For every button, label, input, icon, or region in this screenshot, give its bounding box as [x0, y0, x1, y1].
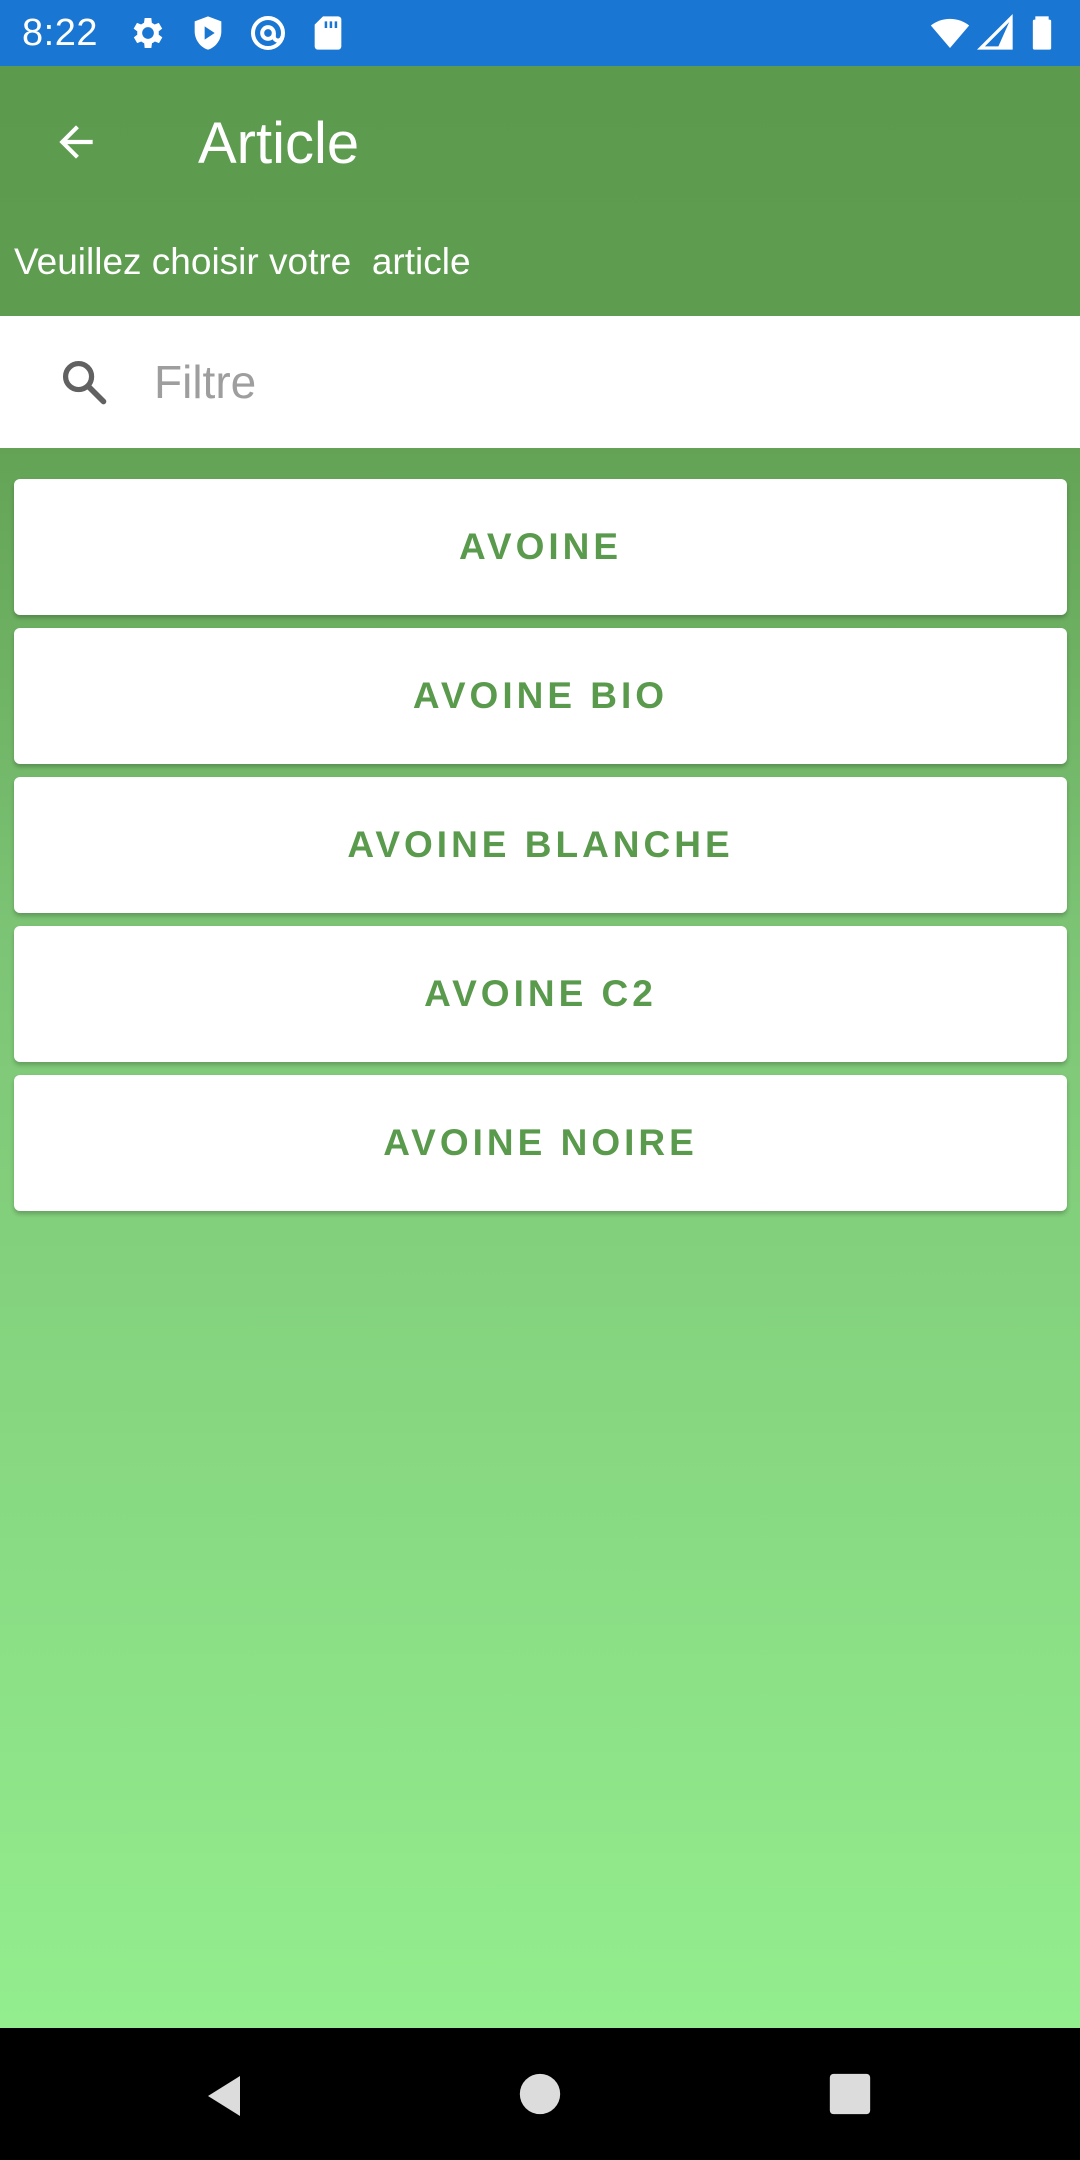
back-button[interactable]	[40, 106, 112, 178]
article-list: AVOINE AVOINE BIO AVOINE BLANCHE AVOINE …	[14, 479, 1067, 1224]
article-button-avoine-blanche[interactable]: AVOINE BLANCHE	[14, 777, 1067, 913]
sd-card-icon	[308, 13, 348, 53]
article-button-avoine[interactable]: AVOINE	[14, 479, 1067, 615]
article-button-avoine-noire[interactable]: AVOINE NOIRE	[14, 1075, 1067, 1211]
article-button-avoine-c2[interactable]: AVOINE C2	[14, 926, 1067, 1062]
search-icon	[62, 360, 107, 405]
article-label: AVOINE C2	[424, 973, 657, 1014]
article-label: AVOINE	[458, 526, 623, 567]
search-bar[interactable]	[0, 316, 1080, 448]
page-title: Article	[198, 111, 360, 176]
at-sign-icon	[248, 13, 288, 53]
battery-icon	[1022, 13, 1062, 53]
article-button-avoine-bio[interactable]: AVOINE BIO	[14, 628, 1067, 764]
article-label: AVOINE NOIRE	[383, 1122, 698, 1163]
status-bar: 8:22	[0, 0, 1080, 66]
arrow-back-icon	[59, 125, 93, 159]
nav-home-icon[interactable]	[518, 2072, 562, 2116]
status-icons-right	[930, 13, 1062, 53]
gear-icon	[128, 13, 168, 53]
search-input[interactable]	[154, 340, 1034, 424]
article-label: AVOINE BIO	[412, 675, 669, 716]
nav-back-icon[interactable]	[200, 2072, 248, 2120]
nav-recents-icon[interactable]	[828, 2072, 872, 2116]
signal-icon	[976, 13, 1016, 53]
page-subtitle: Veuillez choisir votre article	[14, 241, 471, 282]
toolbar: Article	[0, 66, 1080, 226]
wifi-icon	[930, 13, 970, 53]
navigation-bar	[0, 2028, 1080, 2160]
status-icons-left	[128, 13, 348, 53]
shield-icon	[188, 13, 228, 53]
app-content: Article Veuillez choisir votre article A…	[0, 66, 1080, 2028]
article-label: AVOINE BLANCHE	[347, 824, 734, 865]
status-time: 8:22	[22, 12, 98, 54]
